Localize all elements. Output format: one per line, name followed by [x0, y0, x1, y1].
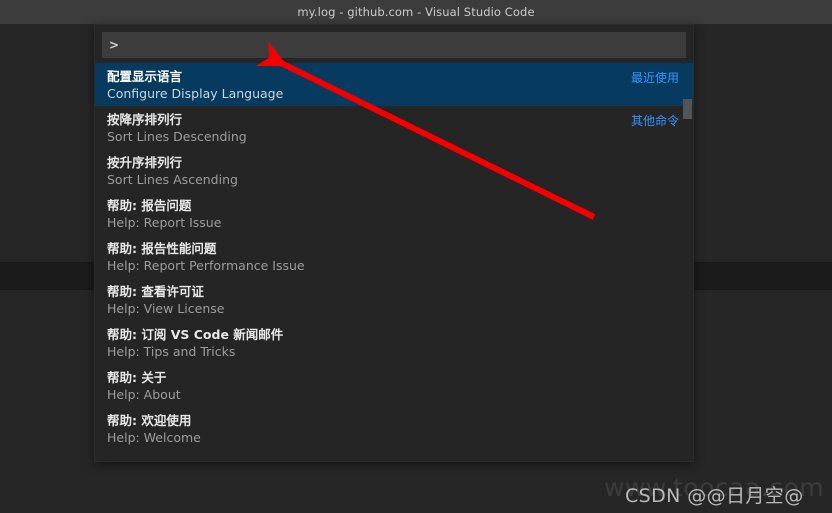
command-palette-input-container[interactable]: > — [102, 32, 686, 58]
command-palette-item-description: Help: Report Issue — [107, 214, 222, 230]
command-palette-input[interactable]: > — [103, 33, 685, 57]
command-palette-item-description: Help: Tips and Tricks — [107, 343, 236, 359]
command-palette-item-label: 帮助: 报告性能问题 — [107, 240, 217, 256]
command-palette-title-area — [95, 25, 693, 32]
command-palette-item-label: 按降序排列行 — [107, 111, 183, 127]
command-palette-item-label: 按升序排列行 — [107, 154, 183, 170]
command-palette-item-description: Sort Lines Descending — [107, 128, 247, 144]
command-palette-list[interactable]: 配置显示语言 Configure Display Language 最近使用按降序排… — [95, 63, 693, 461]
command-palette-item-label: 配置显示语言 — [107, 68, 183, 84]
command-palette-group-label: 最近使用 — [630, 71, 679, 85]
command-palette[interactable]: > 配置显示语言 Configure Display Language 最近使用按降… — [94, 24, 694, 462]
command-palette-item-description: Sort Lines Ascending — [107, 171, 238, 187]
command-palette-item[interactable]: 帮助: 欢迎使用 Help: Welcome — [95, 407, 693, 450]
window-title: my.log - github.com - Visual Studio Code — [297, 5, 535, 19]
command-palette-item[interactable]: 帮助: 报告性能问题 Help: Report Performance Issue — [95, 235, 693, 278]
csdn-watermark: CSDN @@日月空@ — [625, 485, 804, 507]
command-palette-item[interactable]: 配置显示语言 Configure Display Language 最近使用 — [95, 63, 693, 106]
command-palette-item[interactable]: 按降序排列行 Sort Lines Descending 其他命令 — [95, 106, 693, 149]
vscode-window: my.log - github.com - Visual Studio Code… — [0, 0, 832, 513]
command-palette-item[interactable]: 帮助: 关于 Help: About — [95, 364, 693, 407]
command-palette-item-label: 帮助: 订阅 VS Code 新闻邮件 — [107, 326, 284, 342]
command-palette-item[interactable]: 帮助: 查看许可证 Help: View License — [95, 278, 693, 321]
command-palette-item-label: 帮助: 关于 — [107, 369, 167, 385]
command-palette-item-description: Help: Report Performance Issue — [107, 257, 305, 273]
command-palette-scrollbar-slider[interactable] — [683, 99, 692, 119]
command-palette-item-description: Help: View License — [107, 300, 225, 316]
command-palette-item[interactable]: 帮助: 订阅 VS Code 新闻邮件 Help: Tips and Tricks — [95, 321, 693, 364]
command-palette-item[interactable]: 帮助: 报告问题 Help: Report Issue — [95, 192, 693, 235]
command-palette-item[interactable]: 按升序排列行 Sort Lines Ascending — [95, 149, 693, 192]
command-palette-item-description: Help: About — [107, 386, 181, 402]
command-palette-item-description: Configure Display Language — [107, 85, 284, 101]
command-palette-group-label: 其他命令 — [630, 114, 679, 128]
command-palette-scrollbar[interactable] — [683, 63, 693, 461]
command-palette-item-label: 帮助: 报告问题 — [107, 197, 192, 213]
command-palette-item-label: 帮助: 欢迎使用 — [107, 412, 192, 428]
command-palette-item-description: Help: Welcome — [107, 429, 201, 445]
command-palette-item-label: 帮助: 查看许可证 — [107, 283, 204, 299]
window-title-bar: my.log - github.com - Visual Studio Code — [0, 0, 832, 24]
